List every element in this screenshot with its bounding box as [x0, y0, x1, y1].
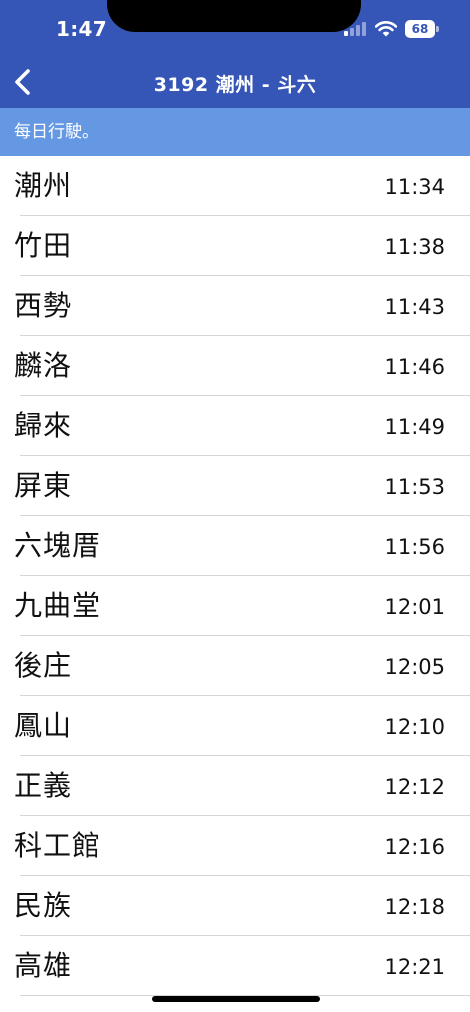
station-name: 後庄	[14, 649, 73, 682]
station-name: 九曲堂	[14, 589, 102, 622]
device-notch	[107, 0, 361, 32]
service-info-banner: 每日行駛。	[0, 108, 470, 156]
station-name: 民族	[14, 889, 73, 922]
station-name: 六塊厝	[14, 529, 102, 562]
cellular-signal-icon	[344, 22, 368, 36]
list-item[interactable]: 竹田 11:38	[0, 216, 470, 276]
departure-time: 11:43	[384, 295, 445, 319]
departure-time: 11:53	[384, 475, 445, 499]
home-indicator[interactable]	[152, 996, 320, 1002]
station-name: 科工館	[14, 829, 102, 862]
departure-time: 12:21	[384, 955, 445, 979]
back-button[interactable]	[6, 62, 40, 102]
station-name: 潮州	[14, 169, 73, 202]
stop-list: 潮州 11:34 竹田 11:38 西勢 11:43 麟洛 11:46 歸來 11:49 屏東 11:…	[0, 156, 470, 996]
list-item[interactable]: 潮州 11:34	[0, 156, 470, 216]
list-item[interactable]: 麟洛 11:46	[0, 336, 470, 396]
page-title: 3192 潮州 - 斗六	[153, 74, 317, 96]
departure-time: 11:56	[384, 535, 445, 559]
wifi-icon	[375, 21, 397, 37]
battery-icon: 68	[405, 20, 435, 38]
departure-time: 12:01	[384, 595, 445, 619]
list-item[interactable]: 歸來 11:49	[0, 396, 470, 456]
list-item[interactable]: 後庄 12:05	[0, 636, 470, 696]
station-name: 歸來	[14, 409, 73, 442]
departure-time: 12:10	[384, 715, 445, 739]
departure-time: 12:18	[384, 895, 445, 919]
chevron-left-icon	[15, 69, 30, 95]
list-item[interactable]: 鳳山 12:10	[0, 696, 470, 756]
battery-tip	[436, 26, 439, 32]
departure-time: 12:16	[384, 835, 445, 859]
list-item[interactable]: 科工館 12:16	[0, 816, 470, 876]
station-name: 屏東	[14, 469, 73, 502]
list-item[interactable]: 民族 12:18	[0, 876, 470, 936]
station-name: 西勢	[14, 289, 73, 322]
station-name: 麟洛	[14, 349, 73, 382]
station-name: 正義	[14, 769, 73, 802]
list-item[interactable]: 六塊厝 11:56	[0, 516, 470, 576]
list-item[interactable]: 九曲堂 12:01	[0, 576, 470, 636]
list-item[interactable]: 正義 12:12	[0, 756, 470, 816]
departure-time: 11:34	[384, 175, 445, 199]
list-item[interactable]: 高雄 12:21	[0, 936, 470, 996]
departure-time: 12:05	[384, 655, 445, 679]
station-name: 鳳山	[14, 709, 73, 742]
screen: 1:47 68 3192 潮州 - 斗六 每日行駛。 潮州 11:34 竹田 11:3…	[0, 0, 470, 1012]
list-item[interactable]: 西勢 11:43	[0, 276, 470, 336]
departure-time: 11:49	[384, 415, 445, 439]
departure-time: 11:46	[384, 355, 445, 379]
list-item[interactable]: 屏東 11:53	[0, 456, 470, 516]
station-name: 高雄	[14, 949, 73, 982]
departure-time: 11:38	[384, 235, 445, 259]
header: 1:47 68 3192 潮州 - 斗六	[0, 0, 470, 108]
station-name: 竹田	[14, 229, 73, 262]
status-time: 1:47	[56, 17, 107, 41]
departure-time: 12:12	[384, 775, 445, 799]
